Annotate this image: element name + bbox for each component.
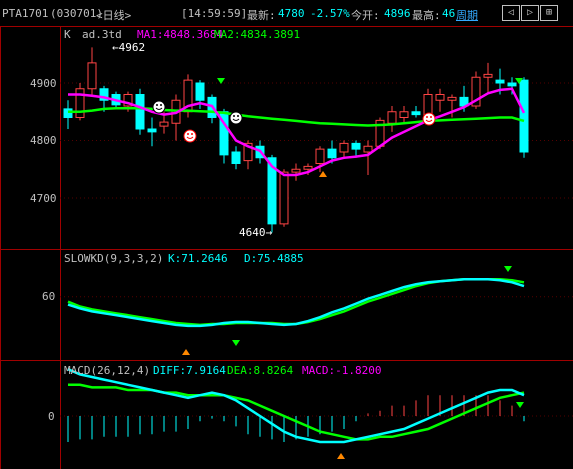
candle-down	[231, 151, 241, 164]
macd-macd-value: MACD:-1.8200	[302, 364, 382, 377]
kd-y-tick-60: 60	[42, 290, 56, 303]
candle-down	[351, 142, 361, 150]
smiley-icon-eye	[233, 115, 235, 117]
candle-up	[291, 168, 301, 173]
candle-up	[399, 111, 409, 118]
candle-up	[279, 171, 289, 225]
candle-up	[159, 121, 169, 127]
candle-up	[435, 94, 445, 101]
candle-down	[327, 148, 337, 159]
y-tick-4900: 4900	[30, 77, 57, 90]
kd-k-value: K:71.2646	[168, 252, 228, 265]
candle-up	[75, 88, 85, 118]
smiley-icon-eye	[191, 133, 193, 135]
smiley-icon	[229, 111, 243, 125]
candle-down	[63, 108, 73, 118]
chart-svg[interactable]	[0, 0, 573, 469]
candle-down	[135, 94, 145, 130]
candle-up	[483, 73, 493, 78]
y-tick-4800: 4800	[30, 134, 57, 147]
k-label: K	[64, 28, 71, 41]
high-marker-value: 4962	[118, 41, 146, 54]
up-arrow-icon	[337, 453, 345, 459]
macd-diff-value: DIFF:7.9164	[153, 364, 226, 377]
smiley-icon	[422, 112, 436, 126]
smiley-icon-eye	[426, 116, 428, 118]
candle-down	[147, 128, 157, 133]
high-marker: ←4962	[112, 41, 146, 54]
ma2-value: MA2:4834.3891	[214, 28, 301, 41]
ma1-value: MA1:4848.3684	[137, 28, 224, 41]
candle-up	[387, 111, 397, 124]
macd-title: MACD(26,12,4)	[64, 364, 151, 377]
candle-down	[195, 82, 205, 101]
candle-up	[339, 142, 349, 153]
down-arrow-icon	[217, 78, 225, 84]
macd-dea-value: DEA:8.8264	[227, 364, 294, 377]
low-marker-value: 4640	[239, 226, 266, 239]
y-tick-4700: 4700	[30, 192, 57, 205]
macd-y-tick-0: 0	[48, 410, 55, 423]
candle-down	[507, 82, 517, 87]
smiley-icon-eye	[237, 115, 239, 117]
kd-title: SLOWKD(9,3,3,2)	[64, 252, 164, 265]
down-arrow-icon	[504, 266, 512, 272]
candle-up	[87, 62, 97, 90]
down-arrow-icon	[516, 402, 524, 408]
smiley-icon-eye	[430, 116, 432, 118]
candle-down	[519, 79, 529, 153]
indicator-label: ad.3td	[82, 28, 122, 41]
smiley-icon	[152, 100, 166, 114]
kd-k-line	[67, 278, 525, 328]
candle-up	[447, 96, 457, 101]
up-arrow-icon	[182, 349, 190, 355]
smiley-icon-eye	[156, 104, 158, 106]
smiley-icon-eye	[160, 104, 162, 106]
down-arrow-icon	[232, 340, 240, 346]
candle-up	[303, 165, 313, 170]
smiley-icon	[183, 129, 197, 143]
low-marker: 4640→	[239, 226, 273, 239]
candle-down	[495, 79, 505, 84]
candle-up	[363, 145, 373, 153]
smiley-icon-eye	[187, 133, 189, 135]
candle-up	[315, 148, 325, 164]
kd-d-value: D:75.4885	[244, 252, 304, 265]
candle-down	[411, 111, 421, 116]
